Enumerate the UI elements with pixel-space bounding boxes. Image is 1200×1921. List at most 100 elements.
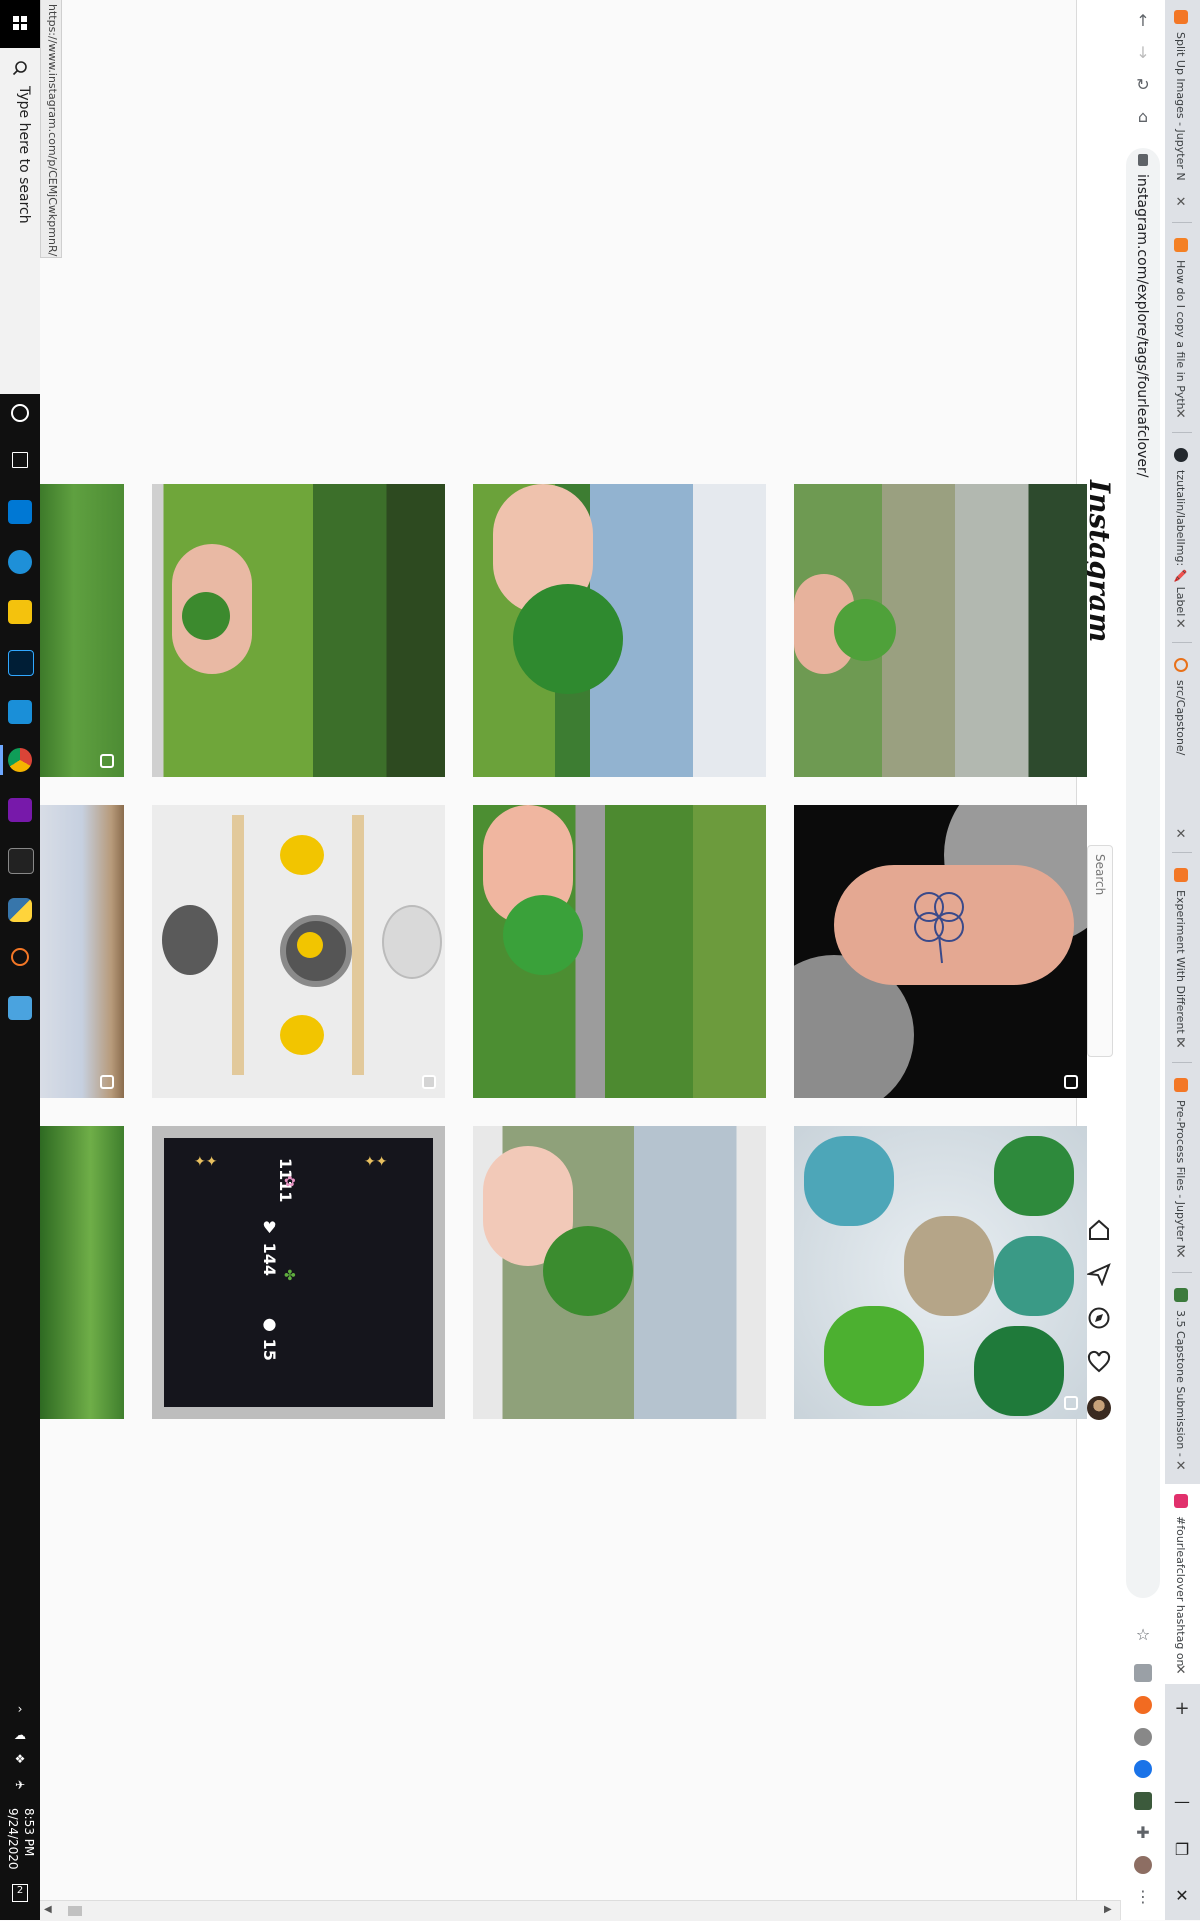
scroll-left-icon[interactable]: ◀	[44, 1904, 52, 1915]
extension-circle-icon[interactable]	[1134, 1728, 1152, 1746]
close-icon[interactable]: ✕	[1172, 194, 1190, 212]
post-tile[interactable]	[152, 805, 445, 1098]
python-icon[interactable]	[8, 898, 32, 922]
task-view-icon[interactable]	[12, 452, 28, 468]
home-icon[interactable]	[1087, 1218, 1111, 1242]
bead-clover-image	[824, 1306, 924, 1406]
menu-dots-icon[interactable]: ⋮	[1132, 1886, 1154, 1908]
extension-photo-icon[interactable]	[1134, 1792, 1152, 1810]
close-icon[interactable]: ✕	[1172, 1458, 1190, 1476]
close-icon[interactable]: ✕	[1172, 1036, 1190, 1054]
address-bar[interactable]: instagram.com/explore/tags/fourleafclove…	[1126, 148, 1160, 1598]
photoshop-icon[interactable]	[8, 650, 34, 676]
back-arrow-icon[interactable]: ↑	[1132, 10, 1154, 32]
active-app-indicator	[0, 745, 3, 775]
post-tile[interactable]: ✦✦ ✦✦ 1111 ♥ 144 ✿ ✤ ● 15	[152, 1126, 445, 1419]
post-tile[interactable]	[40, 805, 124, 1098]
profile-avatar[interactable]	[1134, 1856, 1152, 1874]
windows-logo-icon	[13, 16, 27, 30]
extensions-puzzle-icon[interactable]: ✚	[1132, 1822, 1154, 1844]
reload-icon[interactable]: ↻	[1132, 74, 1154, 96]
restore-button[interactable]: ❐	[1168, 1836, 1196, 1864]
direct-message-icon[interactable]	[1087, 1262, 1111, 1286]
browser-toolbar: ↑ ↓ ↻ ⌂ instagram.com/explore/tags/fourl…	[1120, 0, 1165, 1920]
tab-labelimg[interactable]: tzutalin/labelImg: 🖍️ Label ✕	[1164, 438, 1200, 636]
post-tile[interactable]	[152, 484, 445, 777]
minimize-button[interactable]: —	[1168, 1788, 1196, 1816]
file-explorer-icon[interactable]	[8, 600, 32, 624]
tab-separator	[1172, 852, 1192, 853]
scrollbar-thumb[interactable]	[68, 1906, 82, 1916]
notification-count: 2	[16, 1885, 24, 1896]
heart-activity-icon[interactable]	[1087, 1350, 1111, 1374]
chevron-up-icon[interactable]: ›	[10, 1702, 30, 1718]
bead-clover-image	[994, 1136, 1074, 1216]
post-tile[interactable]	[473, 805, 766, 1098]
close-icon[interactable]: ✕	[1172, 616, 1190, 634]
post-tile[interactable]	[794, 805, 1087, 1098]
instagram-search[interactable]	[1087, 845, 1113, 1057]
post-tile[interactable]	[794, 484, 1087, 777]
taskbar-search-box[interactable]: Type here to search	[0, 48, 40, 394]
vscode-icon[interactable]	[8, 700, 32, 724]
tab-capstone-submission[interactable]: 3.5 Capstone Submission - ✕	[1164, 1278, 1200, 1478]
post-tile[interactable]	[40, 484, 124, 777]
extension-blue-icon[interactable]	[1134, 1760, 1152, 1778]
post-tile[interactable]	[794, 1126, 1087, 1419]
likes-count: 144	[260, 1242, 279, 1276]
dropbox-icon[interactable]: ❖	[10, 1752, 30, 1768]
instagram-logo[interactable]: Instagram	[1083, 480, 1116, 642]
post-comments: ● 15	[260, 1314, 279, 1361]
search-input[interactable]	[1088, 846, 1112, 1056]
post-tile[interactable]	[473, 1126, 766, 1419]
edge-icon[interactable]	[8, 550, 32, 574]
horizontal-scrollbar[interactable]: ◀ ▶	[40, 1900, 1120, 1921]
home-icon[interactable]: ⌂	[1132, 106, 1154, 128]
close-icon[interactable]: ✕	[1172, 1662, 1190, 1680]
calculator-icon[interactable]	[8, 996, 32, 1020]
clover-emoji-icon: ✤	[284, 1268, 296, 1284]
tab-fourleafclover[interactable]: #fourleafclover hashtag on ✕	[1164, 1484, 1200, 1684]
store-icon[interactable]	[8, 500, 32, 524]
network-icon[interactable]: ✈	[10, 1778, 30, 1794]
chrome-icon[interactable]	[8, 748, 32, 772]
profile-avatar[interactable]	[1087, 1396, 1111, 1420]
tab-experiment[interactable]: Experiment With Different Im ✕	[1164, 858, 1200, 1056]
star-bookmark-icon[interactable]: ☆	[1132, 1624, 1154, 1646]
close-icon[interactable]: ✕	[1172, 406, 1190, 424]
github-favicon-icon	[1174, 448, 1188, 462]
close-icon[interactable]: ✕	[1172, 826, 1190, 844]
extension-orange-icon[interactable]	[1134, 1696, 1152, 1714]
jupyter-icon[interactable]	[11, 948, 29, 966]
resin-coaster-image	[382, 905, 442, 979]
post-tile[interactable]	[473, 484, 766, 777]
clover-image	[503, 895, 583, 975]
explore-compass-icon[interactable]	[1087, 1306, 1111, 1330]
clover-image	[182, 592, 230, 640]
comments-count: 15	[260, 1338, 279, 1361]
scroll-right-icon[interactable]: ▶	[1104, 1904, 1112, 1915]
notification-center-icon[interactable]: 2	[12, 1884, 28, 1902]
tab-title: #fourleafclover hashtag on	[1174, 1516, 1187, 1666]
tab-split-up-images[interactable]: Split Up Images - Jupyter N ✕	[1164, 0, 1200, 212]
onenote-icon[interactable]	[8, 798, 32, 822]
onedrive-icon[interactable]: ☁	[10, 1728, 30, 1744]
new-tab-button[interactable]: +	[1173, 1700, 1191, 1718]
tab-src-capstone[interactable]: src/Capstone/ ✕	[1164, 648, 1200, 846]
bead-clover-image	[974, 1326, 1064, 1416]
tab-copy-file-python[interactable]: How do I copy a file in Pyth ✕	[1164, 228, 1200, 426]
extension-g-icon[interactable]	[1134, 1664, 1152, 1682]
windows-taskbar: Type here to search › ☁ ❖ ✈ 8:53 PM 9/24…	[0, 0, 40, 1920]
clover-tattoo-icon	[914, 892, 964, 964]
close-icon[interactable]: ✕	[1172, 1246, 1190, 1264]
post-tile[interactable]	[40, 1126, 124, 1419]
clover-image	[834, 599, 896, 661]
close-window-button[interactable]: ✕	[1168, 1882, 1196, 1910]
tab-title: 3.5 Capstone Submission -	[1174, 1310, 1187, 1457]
start-button[interactable]	[0, 0, 40, 48]
cortana-icon[interactable]	[11, 404, 29, 422]
terminal-icon[interactable]	[8, 848, 34, 874]
tab-pre-process[interactable]: Pre-Process Files - Jupyter N ✕	[1164, 1068, 1200, 1266]
forward-arrow-icon[interactable]: ↓	[1132, 42, 1154, 64]
tab-title: src/Capstone/	[1174, 680, 1187, 756]
